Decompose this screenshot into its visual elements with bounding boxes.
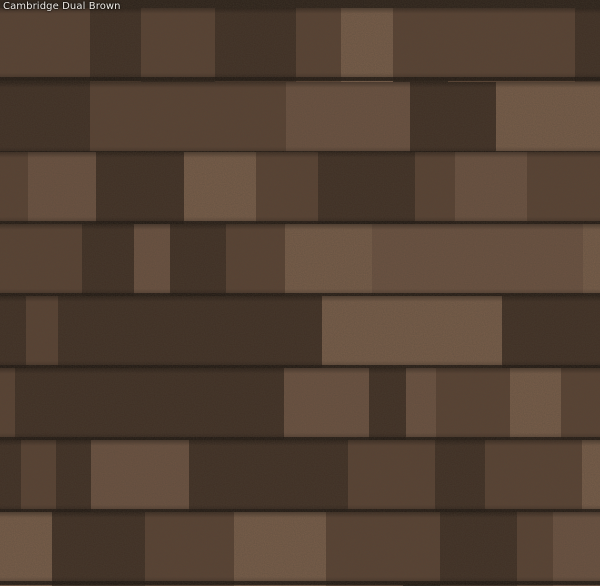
shingle-swatch: Cambridge Dual Brown <box>0 0 600 586</box>
shingle-texture <box>0 0 600 586</box>
swatch-caption: Cambridge Dual Brown <box>3 1 121 12</box>
granule-overlay <box>0 0 600 586</box>
